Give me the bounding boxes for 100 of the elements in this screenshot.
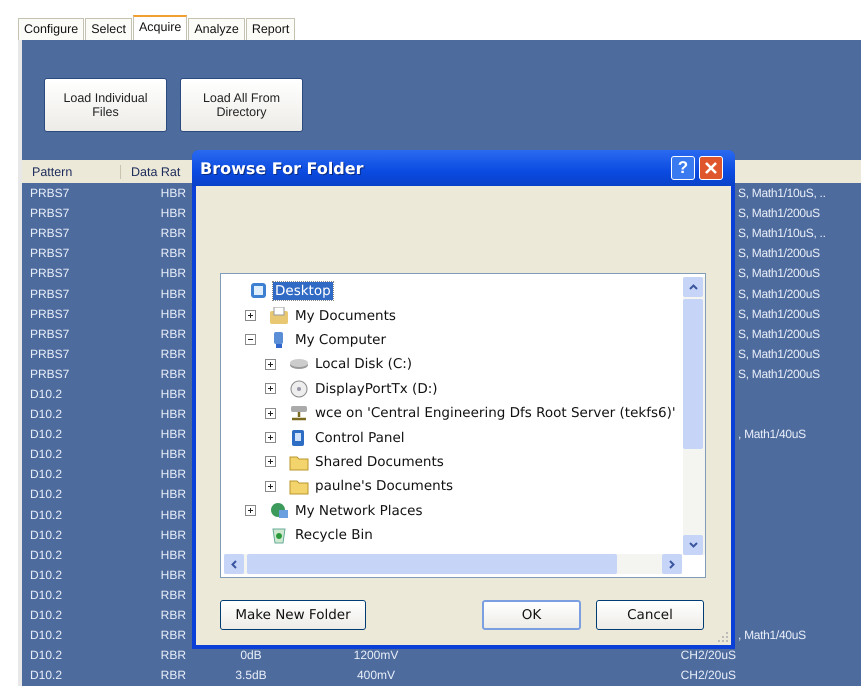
table-cell-text: D10.2 bbox=[29, 588, 64, 602]
table-cell-text: D10.2 bbox=[29, 386, 64, 401]
tree-item[interactable]: wce on 'Central Engineering Dfs Root Server (tekfs6)' bbox=[313, 404, 678, 422]
table-cell-text: PRBS7 bbox=[29, 306, 70, 321]
table-cell-text: HBR bbox=[160, 447, 186, 462]
table-cell-text: HBR bbox=[160, 427, 186, 442]
table-cell-text: RBR bbox=[160, 366, 186, 381]
close-icon bbox=[704, 161, 718, 175]
table-cell-text: HBR bbox=[160, 407, 186, 422]
table-cell: CH2/20uS bbox=[680, 648, 736, 662]
tree-item[interactable]: paulne's Documents bbox=[313, 477, 456, 496]
help-button[interactable]: ? bbox=[671, 156, 695, 180]
window-title: Browse For Folder bbox=[200, 158, 364, 178]
tab[interactable]: Select bbox=[85, 18, 132, 40]
table-cell: CH2/20uS bbox=[680, 668, 736, 682]
table-cell: S, Math1/200uS bbox=[738, 206, 820, 220]
tree-item[interactable]: My Network Places bbox=[293, 502, 425, 520]
table-cell-text: D10.2 bbox=[29, 447, 64, 462]
table-cell: , Math1/40uS bbox=[738, 427, 806, 442]
expand-icon[interactable] bbox=[245, 310, 256, 322]
table-cell-text: D10.2 bbox=[29, 628, 64, 642]
table-cell-text: D10.2 bbox=[29, 668, 64, 682]
tree-item[interactable]: Control Panel bbox=[313, 428, 407, 447]
table-cell-text: D10.2 bbox=[29, 568, 64, 582]
scroll-up-icon[interactable] bbox=[688, 284, 698, 290]
table-cell-text: D10.2 bbox=[29, 608, 64, 622]
table-cell-text: RBR bbox=[160, 628, 186, 642]
column-header[interactable]: Data Rat bbox=[121, 164, 180, 178]
expand-icon[interactable] bbox=[265, 480, 276, 492]
scroll-down-icon[interactable] bbox=[688, 542, 698, 548]
table-cell: S, Math1/10uS, .. bbox=[738, 226, 826, 240]
table-cell-text: HBR bbox=[160, 266, 186, 280]
table-cell-text: HBR bbox=[160, 508, 186, 522]
dialog-button[interactable]: Make New Folder bbox=[220, 600, 366, 630]
table-cell-text: PRBS7 bbox=[29, 206, 70, 220]
scroll-right-icon[interactable] bbox=[669, 560, 675, 568]
table-cell-text: D10.2 bbox=[29, 407, 64, 422]
table-cell-text: HBR bbox=[160, 306, 186, 321]
tab[interactable]: Analyze bbox=[188, 18, 245, 40]
table-cell-text: RBR bbox=[160, 608, 186, 622]
dialog-button[interactable]: Cancel bbox=[596, 600, 704, 630]
table-cell-text: D10.2 bbox=[29, 467, 64, 482]
table-cell: 400mV bbox=[356, 668, 396, 682]
tab[interactable]: Report bbox=[246, 18, 296, 40]
table-cell: 0dB bbox=[240, 648, 262, 662]
table-cell-text: RBR bbox=[160, 346, 186, 361]
table-cell: , Math1/40uS bbox=[738, 628, 806, 642]
table-cell-text: PRBS7 bbox=[29, 266, 70, 280]
load-button[interactable]: Load All From Directory bbox=[180, 78, 303, 132]
dialog-button[interactable]: OK bbox=[482, 600, 581, 630]
table-cell-text: HBR bbox=[160, 286, 186, 301]
table-cell-text: PRBS7 bbox=[29, 326, 70, 341]
expand-icon[interactable] bbox=[265, 358, 276, 370]
table-cell-text: RBR bbox=[160, 588, 186, 602]
tree-item[interactable]: My Computer bbox=[293, 330, 388, 349]
table-cell-text: PRBS7 bbox=[29, 186, 70, 200]
table-cell-text: RBR bbox=[160, 246, 186, 260]
tree-item[interactable]: Local Disk (C:) bbox=[313, 355, 414, 374]
tab[interactable]: Acquire bbox=[132, 15, 188, 40]
column-header[interactable]: Pattern bbox=[22, 164, 121, 178]
expand-icon[interactable] bbox=[265, 432, 276, 444]
table-cell-text: HBR bbox=[160, 528, 186, 542]
scroll-left-icon[interactable] bbox=[231, 560, 237, 568]
table-cell-text: PRBS7 bbox=[29, 226, 70, 240]
collapse-icon[interactable] bbox=[245, 334, 256, 346]
table-cell: S, Math1/200uS bbox=[738, 326, 820, 341]
load-button[interactable]: Load Individual Files bbox=[44, 78, 167, 132]
table-cell-text: D10.2 bbox=[29, 648, 64, 662]
expand-icon[interactable] bbox=[265, 383, 276, 394]
table-cell-text: D10.2 bbox=[29, 548, 64, 562]
expand-icon[interactable] bbox=[265, 408, 276, 419]
expand-icon[interactable] bbox=[265, 456, 276, 468]
table-cell-text: RBR bbox=[160, 668, 186, 682]
cd-icon bbox=[289, 380, 309, 398]
table-cell-text: D10.2 bbox=[29, 487, 64, 502]
tree-item[interactable]: Desktop bbox=[273, 282, 333, 300]
table-cell: S, Math1/200uS bbox=[738, 246, 820, 260]
table-cell-text: HBR bbox=[160, 386, 186, 401]
table-cell-text: HBR bbox=[160, 548, 186, 562]
table-cell-text: PRBS7 bbox=[29, 246, 70, 260]
table-cell-text: PRBS7 bbox=[29, 366, 70, 381]
tree-item[interactable]: Recycle Bin bbox=[293, 526, 375, 544]
resize-grip-icon[interactable] bbox=[717, 631, 729, 643]
tree-item[interactable]: Shared Documents bbox=[313, 452, 446, 471]
table-cell-text: HBR bbox=[160, 206, 186, 220]
tree-item[interactable]: My Documents bbox=[293, 306, 398, 325]
table-cell-text: HBR bbox=[160, 487, 186, 502]
table-cell-text: RBR bbox=[160, 326, 186, 341]
desktop-icon bbox=[249, 282, 269, 300]
tree-item[interactable]: DisplayPortTx (D:) bbox=[313, 380, 440, 398]
close-button[interactable] bbox=[699, 156, 723, 180]
table-cell: S, Math1/200uS bbox=[738, 346, 820, 361]
expand-icon[interactable] bbox=[245, 505, 256, 516]
table-cell: S, Math1/200uS bbox=[738, 366, 820, 381]
vertical-scrollbar[interactable] bbox=[683, 277, 705, 555]
table-cell: 3.5dB bbox=[235, 668, 267, 682]
tab[interactable]: Configure bbox=[18, 18, 84, 40]
horizontal-scrollbar[interactable] bbox=[224, 554, 682, 574]
table-cell-text: D10.2 bbox=[29, 528, 64, 542]
table-cell-text: RBR bbox=[160, 226, 186, 240]
